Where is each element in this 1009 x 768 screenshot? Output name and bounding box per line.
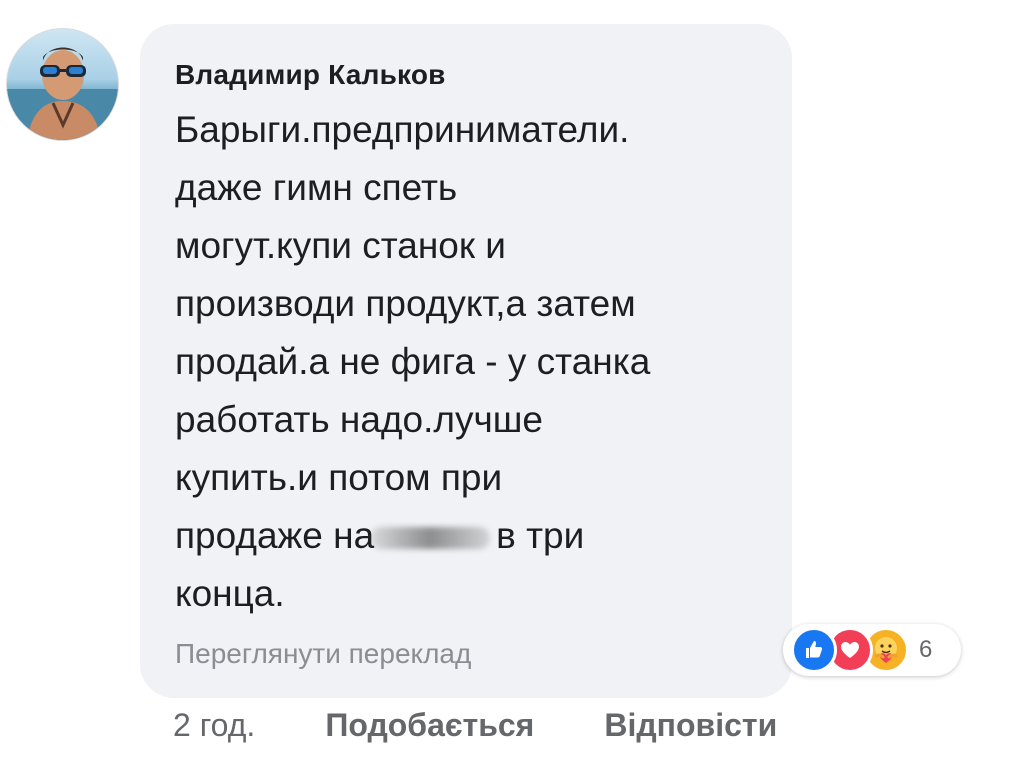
- comment-text-line: могут.купи станок и: [175, 225, 506, 266]
- comment-actions: 2 год. Подобається Відповісти: [173, 705, 777, 745]
- see-translation-link[interactable]: Переглянути переклад: [175, 637, 792, 671]
- comment-text-line: купить.и потом при: [175, 457, 503, 498]
- comment-timestamp[interactable]: 2 год.: [173, 705, 255, 745]
- reactions-summary[interactable]: 6: [783, 624, 961, 676]
- comment-text-line: производи продукт,а затем: [175, 283, 636, 324]
- avatar-photo: [7, 47, 118, 140]
- comment-text-before-blur: продаже на: [175, 515, 375, 556]
- comment-author[interactable]: Владимир Кальков: [175, 58, 792, 92]
- avatar[interactable]: [6, 28, 119, 141]
- like-button[interactable]: Подобається: [325, 705, 534, 745]
- censored-blur: [370, 527, 491, 550]
- comment-text-line: конца.: [175, 573, 285, 614]
- comment-text-after-blur: в три: [496, 515, 585, 556]
- comment-bubble: Владимир Кальков Барыги.предприниматели.…: [140, 24, 792, 698]
- reply-button[interactable]: Відповісти: [604, 705, 777, 745]
- comment-text-line: даже гимн спеть: [175, 167, 458, 208]
- comment-text-line: Барыги.предприниматели.: [175, 109, 630, 150]
- comment-text-line: продай.а не фига - у станка: [175, 341, 651, 382]
- comment-text-line: работать надо.лучше: [175, 399, 543, 440]
- like-icon: [791, 627, 837, 673]
- reaction-count: 6: [919, 636, 933, 663]
- comment-text-line-censored: продаже на в три: [175, 507, 775, 565]
- comment-text: Барыги.предприниматели. даже гимн спеть …: [175, 101, 775, 623]
